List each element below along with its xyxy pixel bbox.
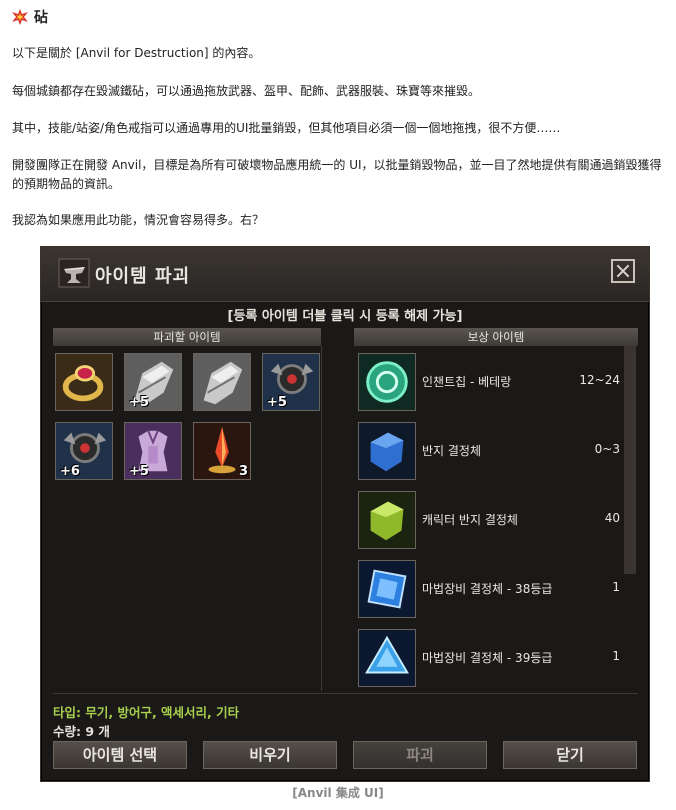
item-count: +5 (267, 395, 287, 410)
reward-qty: 1 (612, 580, 620, 594)
reward-qty: 0~3 (594, 442, 620, 456)
reward-qty: 40 (604, 511, 620, 525)
green-crystal-icon (359, 492, 415, 548)
window-titlebar[interactable]: 아이템 파괴 (41, 247, 649, 302)
reward-icon-slot (358, 629, 416, 687)
reward-icon-slot (358, 560, 416, 618)
paragraph-anvil-location: 每個城鎮都存在毀滅鐵砧，可以通過拖放武器、盔甲、配飾、武器服裝、珠寶等來摧毀。 (12, 84, 481, 98)
reward-name: 인챈트칩 - 베테랑 (422, 375, 512, 389)
article: 砧 (12, 6, 668, 28)
close-icon[interactable] (611, 259, 635, 283)
destroy-slot-4[interactable]: +5 (262, 353, 320, 411)
paragraph-opinion: 我認為如果應用此功能，情況會容易得多。右？ (12, 213, 265, 227)
reward-name: 마법장비 결정체 - 39등급 (422, 651, 553, 665)
reward-icon-slot (358, 491, 416, 549)
item-count: +6 (60, 464, 80, 479)
reward-name: 반지 결정체 (422, 444, 482, 458)
sapphire-icon (359, 561, 415, 617)
paragraph-intro: 以下是關於 [Anvil for Destruction] 的內容。 (12, 46, 261, 60)
item-count: 3 (238, 464, 248, 479)
diamond-icon (359, 630, 415, 686)
destroy-slot-6[interactable]: +5 (124, 422, 182, 480)
reward-name: 마법장비 결정체 - 38등급 (422, 582, 553, 596)
reward-row[interactable]: 반지 결정체 0~3 (358, 422, 620, 482)
reward-items-header: 보상 아이템 (354, 328, 638, 346)
reward-name: 캐릭터 반지 결정체 (422, 513, 518, 527)
item-count: +5 (129, 464, 149, 479)
reward-row[interactable]: 마법장비 결정체 - 39등급 1 (358, 629, 620, 689)
explosion-icon (12, 9, 28, 25)
close-button[interactable]: 닫기 (503, 741, 637, 769)
anvil-icon (58, 258, 90, 288)
article-title: 砧 (34, 10, 48, 26)
item-count-line: 수량: 9 개 (53, 724, 110, 739)
ring-icon (56, 354, 112, 410)
empty-button[interactable]: 비우기 (203, 741, 337, 769)
destroy-slot-1[interactable] (55, 353, 113, 411)
reward-qty: 1 (612, 649, 620, 663)
article-heading: 砧 (12, 6, 668, 28)
item-type-line: 타입: 무기, 방어구, 액세서리, 기타 (53, 705, 240, 720)
destroy-slot-3[interactable] (193, 353, 251, 411)
reward-scrollbar[interactable] (624, 346, 636, 574)
enchant-chip-icon (359, 354, 415, 410)
divider (53, 693, 638, 694)
destroy-button[interactable]: 파괴 (353, 741, 487, 769)
destroy-items-header: 파괴할 아이템 (53, 328, 321, 346)
item-destroy-window: 아이템 파괴 [등록 아이템 더블 클릭 시 등록 해제 가능] 파괴할 아이템… (40, 246, 650, 782)
select-item-button[interactable]: 아이템 선택 (53, 741, 187, 769)
image-caption: [Anvil 集成 UI] (292, 786, 384, 800)
gauntlet-icon (194, 354, 250, 410)
window-title: 아이템 파괴 (95, 266, 191, 287)
blue-crystal-icon (359, 423, 415, 479)
paragraph-current-ui: 其中，技能/站姿/角色戒指可以通過專用的UI批量銷毀，但其他項目必須一個一個地拖… (12, 121, 561, 135)
reward-qty: 12~24 (579, 373, 620, 387)
destroy-slot-7[interactable]: 3 (193, 422, 251, 480)
paragraph-development: 開發團隊正在開發 Anvil，目標是為所有可破壞物品應用統一的 UI，以批量銷毀… (12, 158, 662, 191)
destroy-slot-2[interactable]: +5 (124, 353, 182, 411)
reward-row[interactable]: 캐릭터 반지 결정체 40 (358, 491, 620, 551)
reward-row[interactable]: 마법장비 결정체 - 38등급 1 (358, 560, 620, 620)
unregister-notice: [등록 아이템 더블 클릭 시 등록 해제 가능] (227, 309, 463, 324)
reward-icon-slot (358, 422, 416, 480)
destroy-slot-5[interactable]: +6 (55, 422, 113, 480)
item-count: +5 (129, 395, 149, 410)
reward-icon-slot (358, 353, 416, 411)
reward-row[interactable]: 인챈트칩 - 베테랑 12~24 (358, 353, 620, 413)
